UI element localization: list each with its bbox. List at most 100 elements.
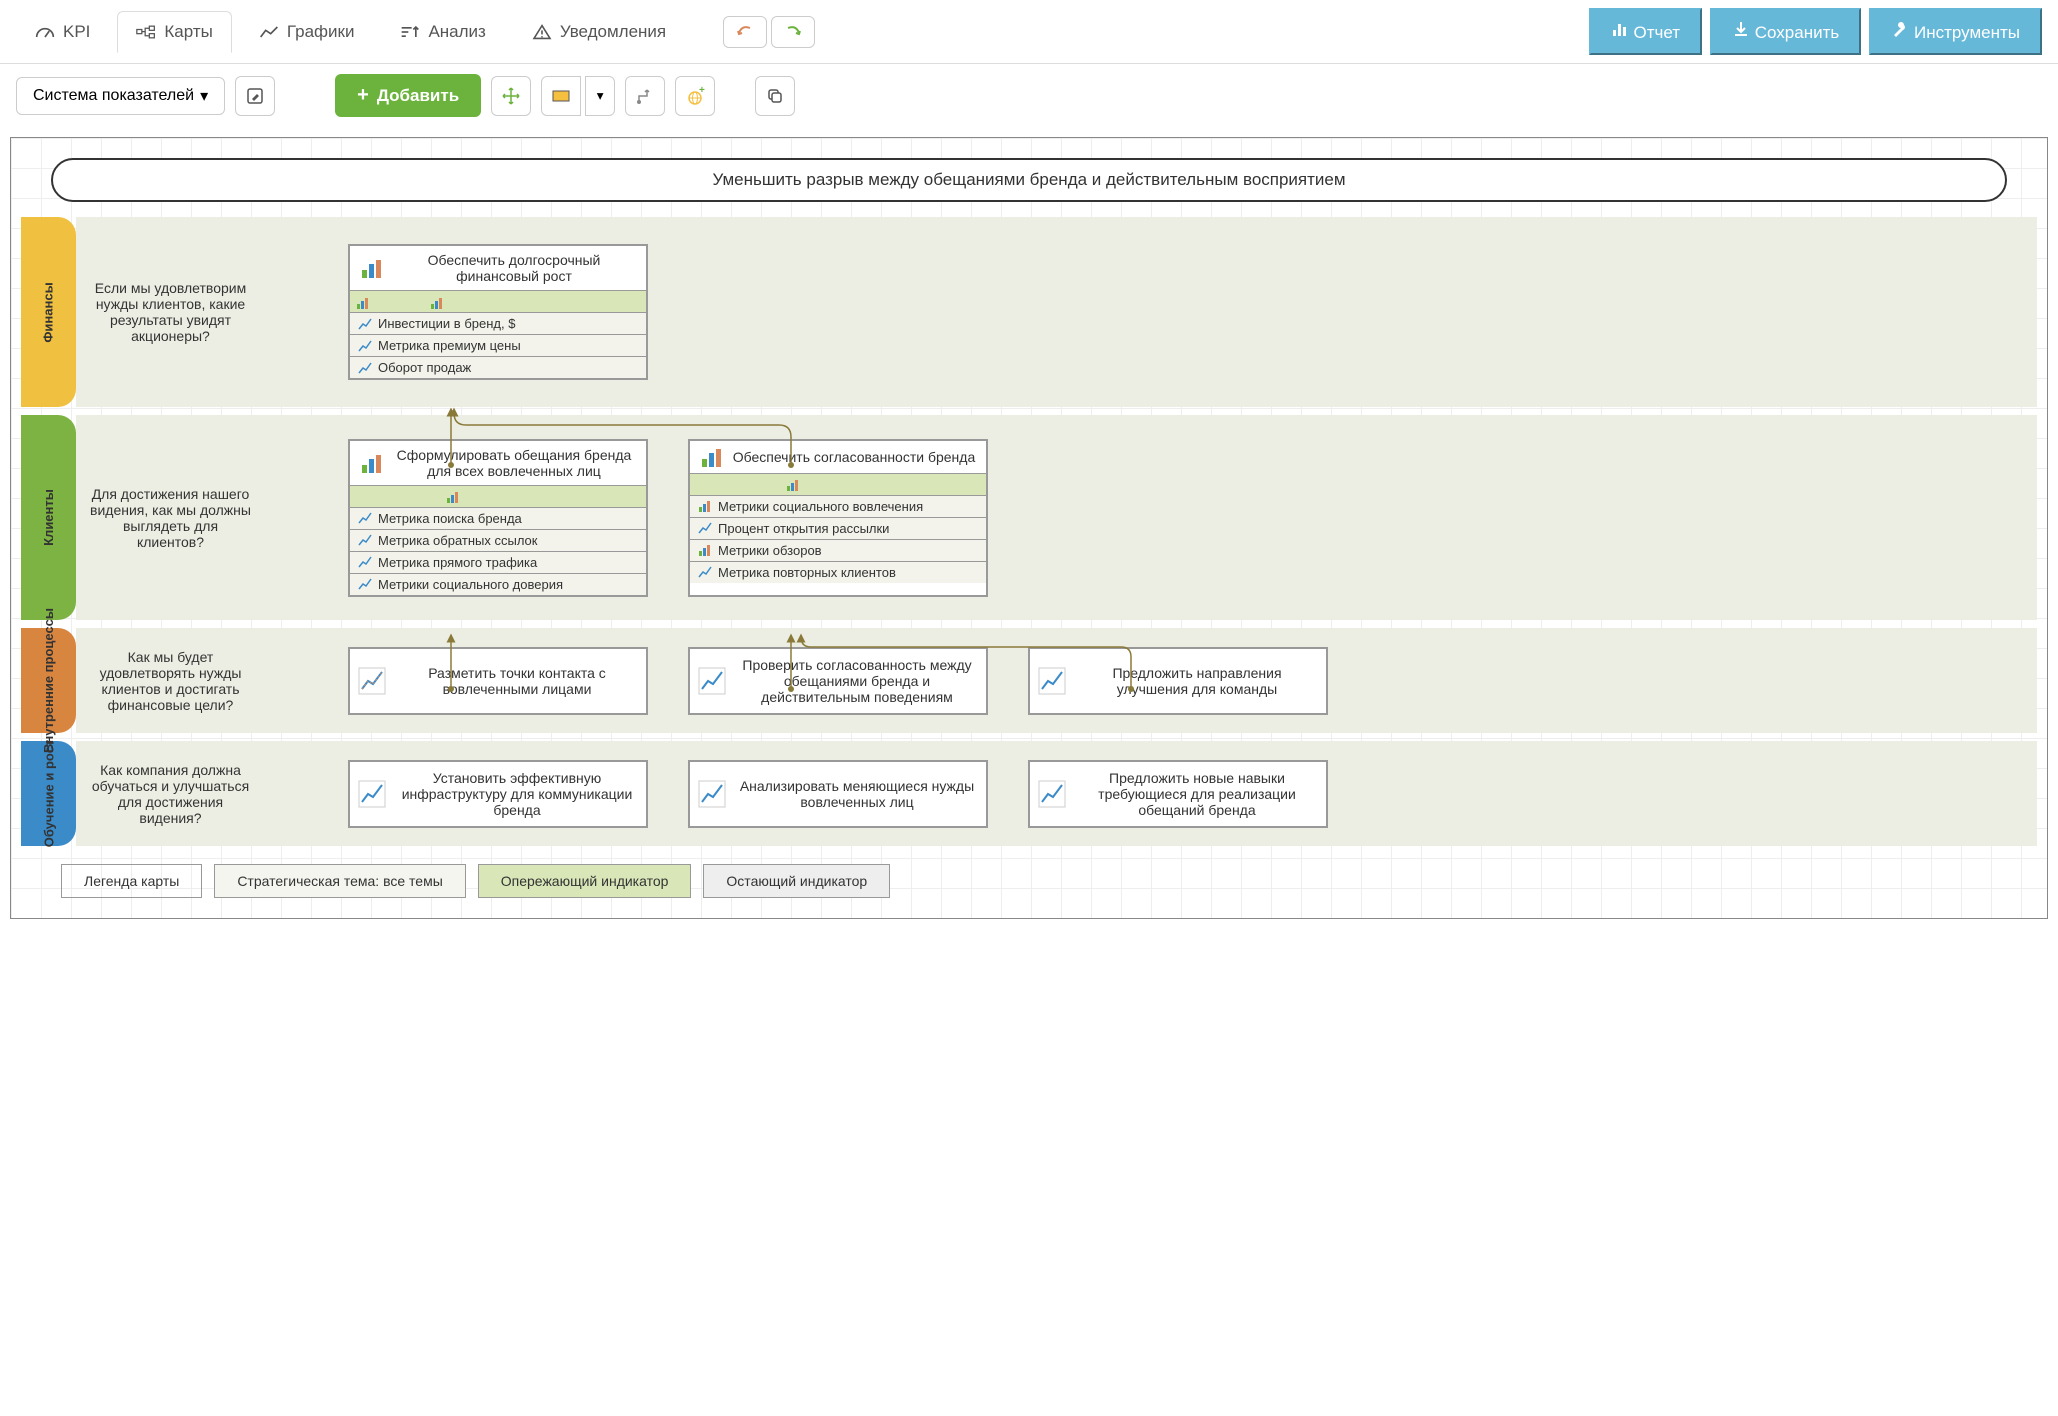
- card-text: Предложить направления улучшения для ком…: [1076, 665, 1318, 697]
- card-title: Обеспечить долгосрочный финансовый рост: [392, 252, 636, 284]
- legend-lagging[interactable]: Остающий индикатор: [703, 864, 890, 898]
- card-row[interactable]: Оборот продаж: [350, 356, 646, 378]
- scorecard-dropdown[interactable]: Система показателей ▾: [16, 77, 225, 115]
- perspective-finance: Финансы Если мы удовлетворим нужды клиен…: [21, 217, 2037, 407]
- row-text: Оборот продаж: [378, 360, 471, 375]
- legend-title[interactable]: Легенда карты: [61, 864, 202, 898]
- legend-leading-text: Опережающий индикатор: [501, 873, 669, 889]
- legend-theme[interactable]: Стратегическая тема: все темы: [214, 864, 465, 898]
- card-text: Разметить точки контакта с вовлеченными …: [396, 665, 638, 697]
- save-label: Сохранить: [1755, 23, 1839, 42]
- tab-charts[interactable]: Графики: [240, 11, 374, 53]
- trend-icon: [358, 577, 372, 591]
- legend-lagging-text: Остающий индикатор: [726, 873, 867, 889]
- report-button[interactable]: Отчет: [1589, 8, 1702, 55]
- color-button[interactable]: [541, 76, 581, 116]
- card-row[interactable]: Метрики социального доверия: [350, 573, 646, 595]
- perspective-label-clients[interactable]: Клиенты: [21, 415, 76, 620]
- perspective-label-learning[interactable]: Обучение и рост: [21, 741, 76, 846]
- trend-icon: [698, 667, 726, 695]
- warning-icon: [532, 24, 552, 40]
- perspective-clients: Клиенты Для достижения нашего видения, к…: [21, 415, 2037, 620]
- perspective-label-clients-text: Клиенты: [41, 489, 56, 546]
- card-row[interactable]: Метрика повторных клиентов: [690, 561, 986, 583]
- card-row[interactable]: Метрики обзоров: [690, 539, 986, 561]
- trend-icon: [358, 533, 372, 547]
- perspective-learning: Обучение и рост Как компания должна обуч…: [21, 741, 2037, 846]
- trend-icon: [698, 521, 712, 535]
- card-title: Обеспечить согласованности бренда: [732, 449, 976, 465]
- row-text: Процент открытия рассылки: [718, 521, 889, 536]
- gauge-icon: [35, 24, 55, 40]
- card-text: Проверить согласованность между обещания…: [736, 657, 978, 705]
- row-text: Метрика прямого трафика: [378, 555, 537, 570]
- mini-chart-icon: [430, 296, 444, 308]
- card-learning-analyze-needs[interactable]: Анализировать меняющиеся нужды вовлеченн…: [688, 760, 988, 828]
- report-label: Отчет: [1633, 23, 1680, 42]
- tab-notifications-label: Уведомления: [560, 22, 666, 42]
- card-finance-growth[interactable]: Обеспечить долгосрочный финансовый рост …: [348, 244, 648, 380]
- trend-icon: [698, 565, 712, 579]
- trend-icon: [358, 555, 372, 569]
- move-button[interactable]: [491, 76, 531, 116]
- card-internal-check-consistency[interactable]: Проверить согласованность между обещания…: [688, 647, 988, 715]
- edit-button[interactable]: [235, 76, 275, 116]
- row-text: Метрики социального вовлечения: [718, 499, 923, 514]
- row-text: Метрики социального доверия: [378, 577, 563, 592]
- legend-leading[interactable]: Опережающий индикатор: [478, 864, 692, 898]
- undo-button[interactable]: [723, 16, 767, 48]
- card-row[interactable]: Метрика обратных ссылок: [350, 529, 646, 551]
- tab-maps[interactable]: Карты: [117, 11, 231, 53]
- tab-maps-label: Карты: [164, 22, 212, 42]
- tab-notifications[interactable]: Уведомления: [513, 11, 685, 53]
- bar-chart-icon: [1611, 20, 1629, 38]
- perspective-label-finance-text: Финансы: [41, 282, 56, 342]
- perspective-label-internal[interactable]: Внутренние процессы: [21, 628, 76, 733]
- perspective-internal: Внутренние процессы Как мы будет удовлет…: [21, 628, 2037, 733]
- wrench-icon: [1891, 20, 1909, 38]
- card-row[interactable]: Инвестиции в бренд, $: [350, 312, 646, 334]
- legend: Легенда карты Стратегическая тема: все т…: [21, 854, 2037, 908]
- card-internal-touchpoints[interactable]: Разметить точки контакта с вовлеченными …: [348, 647, 648, 715]
- chevron-down-icon: ▾: [597, 88, 604, 104]
- trend-icon: [358, 361, 372, 375]
- row-text: Метрика премиум цены: [378, 338, 521, 353]
- perspective-label-learning-text: Обучение и рост: [41, 740, 56, 848]
- tab-analysis[interactable]: Анализ: [381, 11, 504, 53]
- tab-kpi[interactable]: KPI: [16, 11, 109, 53]
- map-canvas: Уменьшить разрыв между обещаниями бренда…: [10, 137, 2048, 919]
- add-button[interactable]: + Добавить: [335, 74, 481, 117]
- card-row[interactable]: Метрика прямого трафика: [350, 551, 646, 573]
- card-row[interactable]: Метрики социального вовлечения: [690, 495, 986, 517]
- tree-icon: [136, 24, 156, 40]
- second-toolbar: Система показателей ▾ + Добавить ▾ +: [0, 64, 2058, 127]
- card-text: Предложить новые навыки требующиеся для …: [1076, 770, 1318, 818]
- card-row[interactable]: Метрика премиум цены: [350, 334, 646, 356]
- card-row[interactable]: Процент открытия рассылки: [690, 517, 986, 539]
- color-dropdown[interactable]: ▾: [585, 76, 615, 116]
- redo-button[interactable]: [771, 16, 815, 48]
- legend-title-text: Легенда карты: [84, 873, 179, 889]
- line-chart-icon: [259, 24, 279, 40]
- trend-icon: [358, 339, 372, 353]
- row-text: Метрика обратных ссылок: [378, 533, 537, 548]
- card-row[interactable]: Метрика поиска бренда: [350, 507, 646, 529]
- card-learning-infrastructure[interactable]: Установить эффективную инфраструктуру дл…: [348, 760, 648, 828]
- card-learning-new-skills[interactable]: Предложить новые навыки требующиеся для …: [1028, 760, 1328, 828]
- add-label: Добавить: [377, 86, 459, 106]
- perspective-label-finance[interactable]: Финансы: [21, 217, 76, 407]
- save-button[interactable]: Сохранить: [1710, 8, 1861, 55]
- perspectives: Финансы Если мы удовлетворим нужды клиен…: [21, 217, 2037, 846]
- globe-button[interactable]: +: [675, 76, 715, 116]
- tools-button[interactable]: Инструменты: [1869, 8, 2042, 55]
- map-title[interactable]: Уменьшить разрыв между обещаниями бренда…: [51, 158, 2007, 202]
- card-clients-brand-consistency[interactable]: Обеспечить согласованности бренда Метрик…: [688, 439, 988, 597]
- card-clients-brand-promise[interactable]: Сформулировать обещания бренда для всех …: [348, 439, 648, 597]
- tab-charts-label: Графики: [287, 22, 355, 42]
- copy-button[interactable]: [755, 76, 795, 116]
- card-internal-improvements[interactable]: Предложить направления улучшения для ком…: [1028, 647, 1328, 715]
- row-text: Метрика поиска бренда: [378, 511, 522, 526]
- trend-icon: [358, 667, 386, 695]
- tab-kpi-label: KPI: [63, 22, 90, 42]
- connect-button[interactable]: [625, 76, 665, 116]
